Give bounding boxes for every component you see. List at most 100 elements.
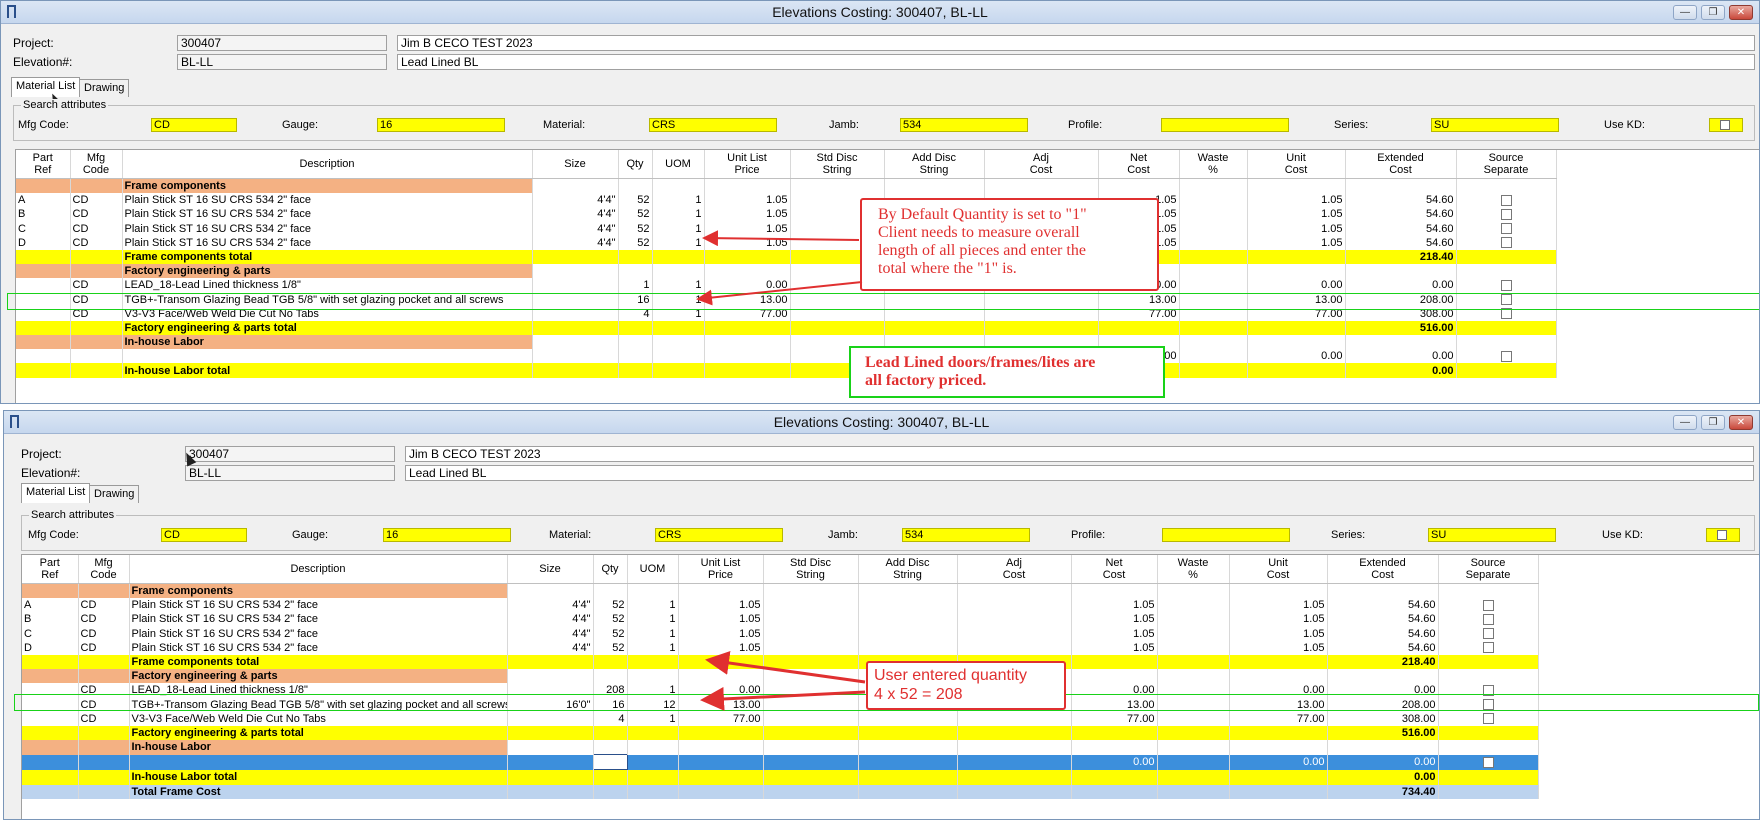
- source-separate-checkbox[interactable]: [1500, 350, 1512, 362]
- cell-qty[interactable]: [618, 349, 653, 364]
- column-header[interactable]: Waste%: [1157, 555, 1230, 584]
- cell-waste[interactable]: [1179, 221, 1248, 236]
- cell-mfg[interactable]: CD: [70, 221, 123, 236]
- column-header[interactable]: Unit Cost: [1229, 555, 1328, 584]
- column-header[interactable]: Mfg Code: [70, 150, 123, 179]
- cell-mfg[interactable]: [78, 754, 130, 770]
- cell-std[interactable]: [763, 626, 859, 641]
- total-row[interactable]: Factory engineering & parts total 516.00: [16, 320, 1557, 336]
- table-row[interactable]: C CD Plain Stick ST 16 SU CRS 534 2" face 4…: [16, 221, 1557, 236]
- section-row[interactable]: Frame components: [16, 178, 1557, 194]
- table-row[interactable]: D CD Plain Stick ST 16 SU CRS 534 2" face 4…: [22, 640, 1539, 655]
- cell-desc[interactable]: Plain Stick ST 16 SU CRS 534 2" face: [129, 612, 508, 627]
- cell-ulp[interactable]: 77.00: [678, 711, 764, 726]
- cell-ulp[interactable]: 1.05: [678, 640, 764, 655]
- total-row[interactable]: Frame components total 218.40: [16, 249, 1557, 265]
- cell-src[interactable]: [1438, 626, 1539, 641]
- cell-ref[interactable]: [22, 754, 79, 770]
- column-header[interactable]: Unit Cost: [1247, 150, 1346, 179]
- cell-uom[interactable]: 1: [627, 612, 679, 627]
- cell-src[interactable]: [1438, 612, 1539, 627]
- total-row[interactable]: In-house Labor total 0.00: [22, 769, 1539, 785]
- cell-src[interactable]: [1438, 711, 1539, 726]
- cell-ext[interactable]: 54.60: [1327, 626, 1439, 641]
- table-row[interactable]: 0.00 0.00 0.00: [22, 754, 1539, 771]
- source-separate-checkbox[interactable]: [1482, 599, 1494, 611]
- cell-adj[interactable]: [957, 711, 1072, 726]
- source-separate-checkbox[interactable]: [1482, 713, 1494, 725]
- cell-ext[interactable]: 54.60: [1327, 598, 1439, 613]
- minimize-icon[interactable]: —: [1673, 5, 1697, 20]
- cell-size[interactable]: 4'4": [507, 612, 594, 627]
- cell-waste[interactable]: [1179, 278, 1248, 293]
- cell-size[interactable]: 4'4": [507, 598, 594, 613]
- cell-unit[interactable]: 0.00: [1247, 278, 1346, 293]
- cell-waste[interactable]: [1157, 711, 1230, 726]
- tab-drawing[interactable]: Drawing: [89, 485, 140, 503]
- total-row[interactable]: Frame components total 218.40: [22, 654, 1539, 670]
- column-header[interactable]: Qty: [593, 555, 628, 584]
- column-header[interactable]: Add Disc String: [884, 150, 985, 179]
- cell-ext[interactable]: 0.00: [1345, 349, 1457, 364]
- mfg-code-input[interactable]: CD: [151, 118, 237, 132]
- cell-ref[interactable]: A: [16, 193, 71, 208]
- source-separate-checkbox[interactable]: [1482, 614, 1494, 626]
- cell-size[interactable]: [532, 349, 619, 364]
- cell-qty[interactable]: 52: [618, 207, 653, 222]
- column-header[interactable]: Description: [122, 150, 533, 179]
- table-row[interactable]: B CD Plain Stick ST 16 SU CRS 534 2" face 4…: [22, 612, 1539, 627]
- cell-size[interactable]: 4'4": [507, 626, 594, 641]
- column-header[interactable]: Adj Cost: [957, 555, 1072, 584]
- elevation-field[interactable]: BL-LL: [185, 465, 395, 481]
- source-separate-checkbox[interactable]: [1500, 209, 1512, 221]
- cell-src[interactable]: [1438, 754, 1539, 770]
- table-row[interactable]: A CD Plain Stick ST 16 SU CRS 534 2" face 4…: [22, 598, 1539, 613]
- source-separate-checkbox[interactable]: [1500, 194, 1512, 206]
- cell-desc[interactable]: V3-V3 Face/Web Weld Die Cut No Tabs: [129, 711, 508, 726]
- cell-ulp[interactable]: 1.05: [704, 221, 791, 236]
- cell-ref[interactable]: D: [16, 235, 71, 250]
- source-separate-checkbox[interactable]: [1500, 237, 1512, 249]
- cell-unit[interactable]: 0.00: [1229, 754, 1328, 770]
- column-header[interactable]: UOM: [627, 555, 679, 584]
- column-header[interactable]: Qty: [618, 150, 653, 179]
- cell-ulp[interactable]: [678, 754, 764, 770]
- cell-unit[interactable]: 1.05: [1229, 640, 1328, 655]
- cell-qty[interactable]: 52: [618, 235, 653, 250]
- column-header[interactable]: Extended Cost: [1345, 150, 1457, 179]
- cell-size[interactable]: 4'4": [532, 193, 619, 208]
- cell-mfg[interactable]: CD: [70, 278, 123, 293]
- elevation-name-field[interactable]: Lead Lined BL: [405, 465, 1754, 481]
- cell-mfg[interactable]: CD: [78, 598, 130, 613]
- window-titlebar[interactable]: Elevations Costing: 300407, BL-LL — ❐ ✕: [4, 411, 1759, 434]
- cell-src[interactable]: [1456, 193, 1557, 208]
- cell-waste[interactable]: [1157, 598, 1230, 613]
- cell-unit[interactable]: 1.05: [1229, 598, 1328, 613]
- cell-ext[interactable]: 0.00: [1345, 278, 1457, 293]
- cell-mfg[interactable]: CD: [70, 193, 123, 208]
- use-kd-box[interactable]: [1709, 118, 1743, 132]
- column-header[interactable]: Size: [532, 150, 619, 179]
- minimize-icon[interactable]: —: [1673, 415, 1697, 430]
- cell-ext[interactable]: 54.60: [1345, 235, 1457, 250]
- cell-ext[interactable]: 54.60: [1345, 193, 1457, 208]
- source-separate-checkbox[interactable]: [1482, 628, 1494, 640]
- cell-add[interactable]: [858, 711, 958, 726]
- column-header[interactable]: Unit List Price: [704, 150, 791, 179]
- cell-net[interactable]: 1.05: [1071, 626, 1158, 641]
- cell-desc[interactable]: Plain Stick ST 16 SU CRS 534 2" face: [122, 207, 533, 222]
- material-input[interactable]: CRS: [655, 528, 783, 542]
- section-row[interactable]: In-house Labor: [16, 335, 1557, 350]
- column-header[interactable]: Waste%: [1179, 150, 1248, 179]
- mfg-code-input[interactable]: CD: [161, 528, 247, 542]
- cell-unit[interactable]: 1.05: [1247, 207, 1346, 222]
- cell-size[interactable]: 4'4": [532, 235, 619, 250]
- cell-waste[interactable]: [1157, 612, 1230, 627]
- cell-src[interactable]: [1438, 640, 1539, 655]
- table-row[interactable]: B CD Plain Stick ST 16 SU CRS 534 2" face 4…: [16, 207, 1557, 222]
- cell-qty[interactable]: 52: [593, 626, 628, 641]
- cell-add[interactable]: [858, 598, 958, 613]
- total-row[interactable]: Total Frame Cost 734.40: [22, 784, 1539, 799]
- cell-desc[interactable]: LEAD_18-Lead Lined thickness 1/8": [122, 278, 533, 293]
- cell-unit[interactable]: 1.05: [1247, 221, 1346, 236]
